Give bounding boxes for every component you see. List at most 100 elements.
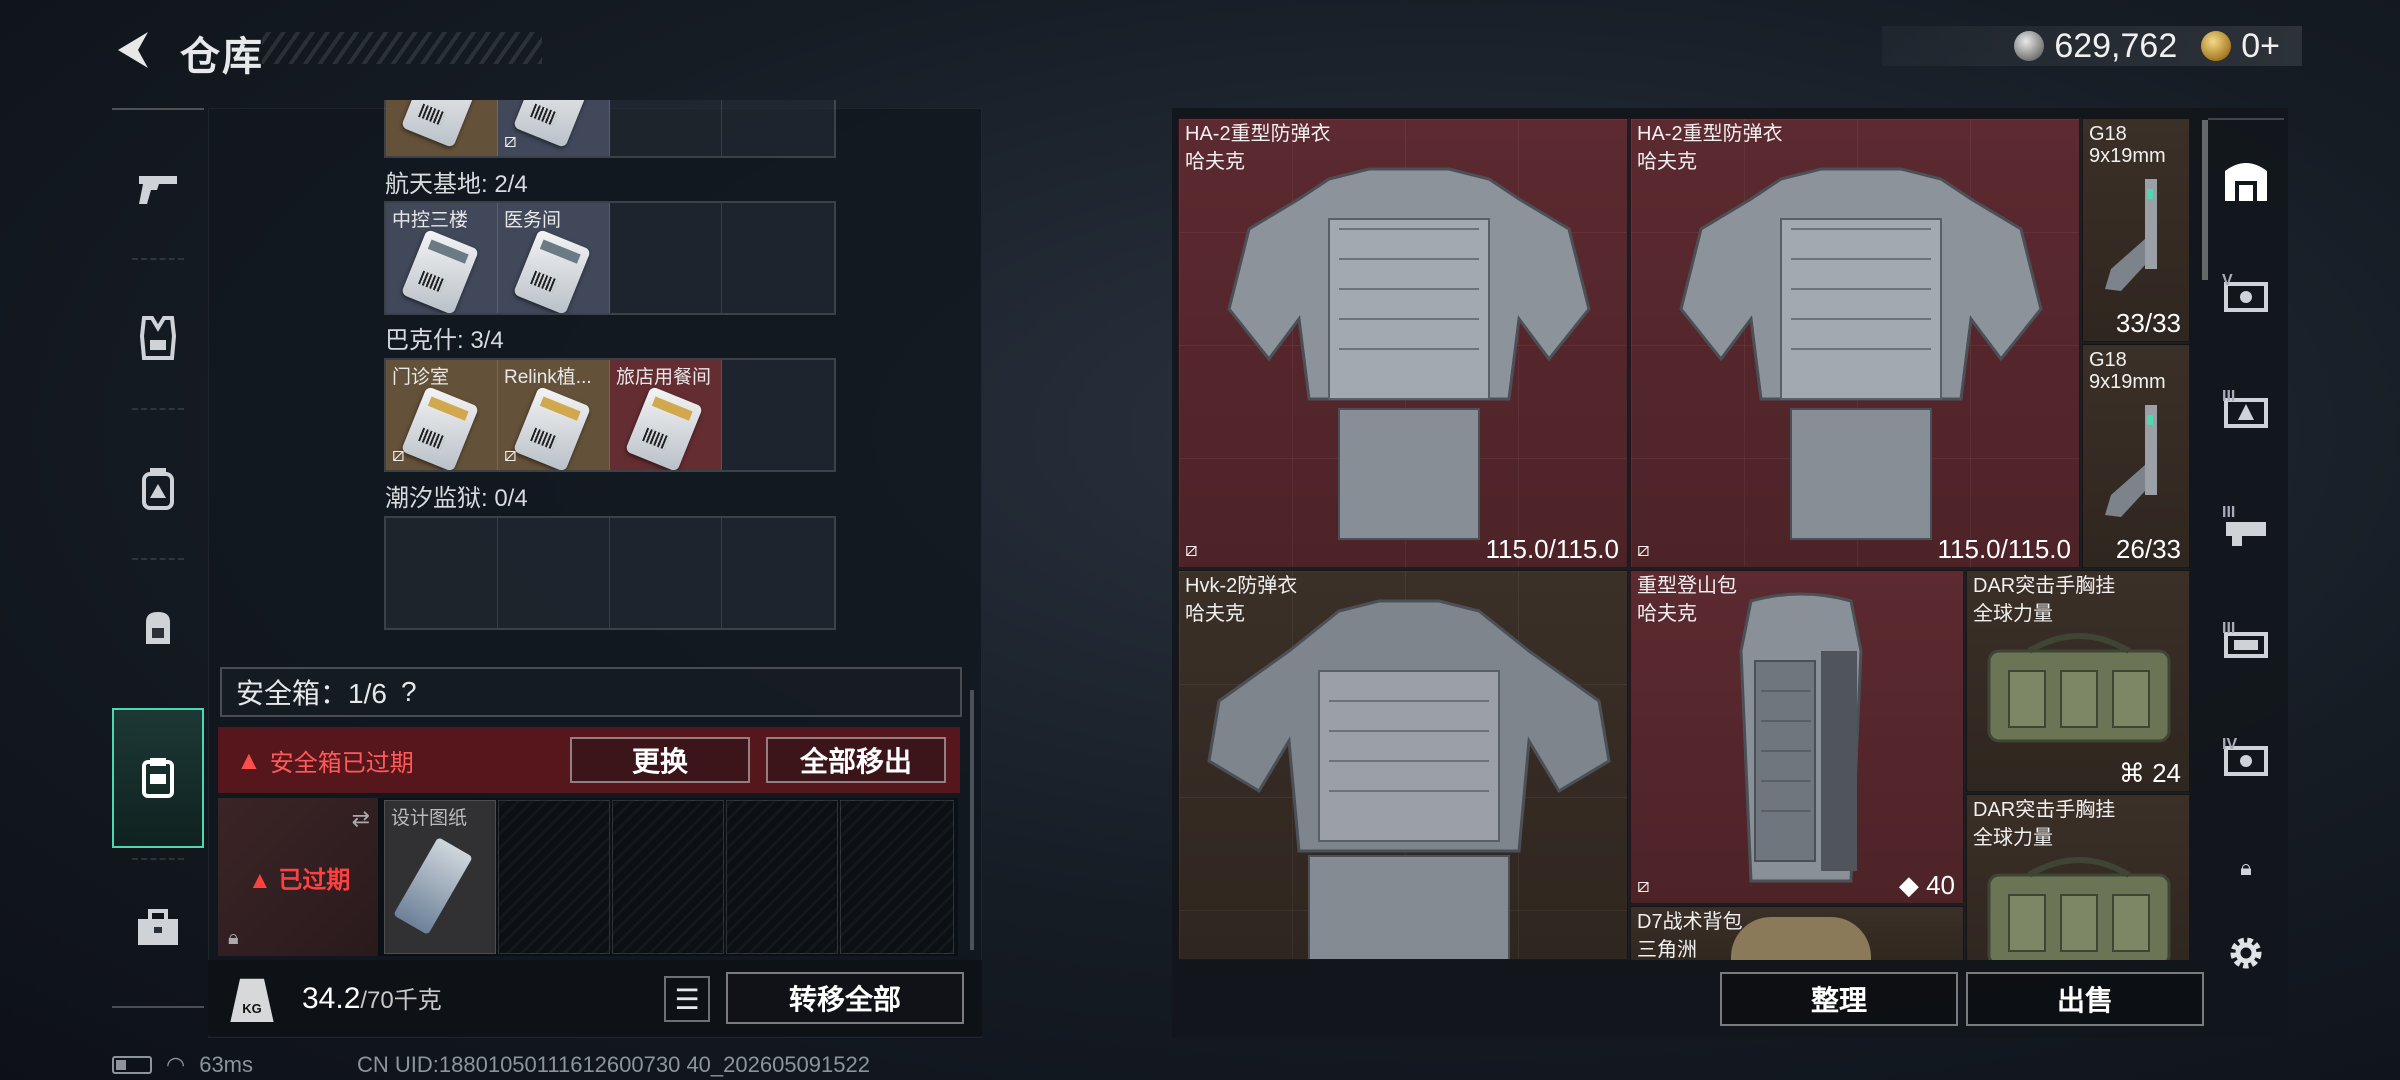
- empty-slot[interactable]: [722, 100, 834, 156]
- backpack-icon: [142, 468, 174, 510]
- list-view-button[interactable]: ☰: [664, 976, 710, 1022]
- nav-bag[interactable]: [112, 558, 204, 698]
- sort-button[interactable]: 整理: [1720, 972, 1958, 1026]
- currency-bar: 629,762 0+: [1882, 26, 2302, 66]
- keycard-slot[interactable]: 旅店用餐间: [610, 360, 722, 470]
- item-hiking-backpack[interactable]: 重型登山包 哈夫克 ⧄ ◆ 40: [1630, 570, 1964, 904]
- keycard-slot[interactable]: ⧄: [498, 100, 610, 156]
- keycard-slot[interactable]: Relink植... ⧄: [498, 360, 610, 470]
- keycard-slot[interactable]: 医务间: [498, 203, 610, 313]
- tier-label: III: [2222, 388, 2236, 405]
- empty-slot[interactable]: [726, 800, 838, 954]
- empty-slot[interactable]: [722, 518, 834, 628]
- nav-armor[interactable]: [112, 268, 204, 408]
- item-name: HA-2重型防弹衣: [1637, 123, 1783, 145]
- tab-all-storage[interactable]: [2208, 122, 2284, 238]
- keycard-icon: [142, 758, 174, 798]
- empty-slot[interactable]: [840, 800, 954, 954]
- keycard-slot[interactable]: 门诊室 ⧄: [386, 360, 498, 470]
- map-label-tidal-prison: 潮汐监狱: 0/4: [385, 485, 528, 512]
- item-g18-pistol[interactable]: G18 9x19mm 33/33: [2082, 118, 2190, 342]
- status-bar: ◠ 63ms CN UID:18801050111612600730 40_20…: [112, 1052, 870, 1078]
- durability: 115.0/115.0: [1937, 534, 2072, 564]
- item-hvk2-vest[interactable]: Hvk-2防弹衣 哈夫克: [1178, 570, 1628, 960]
- item-g18-pistol[interactable]: G18 9x19mm 26/33: [2082, 344, 2190, 568]
- back-button[interactable]: [112, 28, 156, 72]
- item-name: DAR突击手胸挂: [1973, 575, 2116, 597]
- wifi-icon: ◠: [166, 1052, 186, 1077]
- empty-slot[interactable]: [498, 800, 610, 954]
- tab-storage-v[interactable]: V: [2208, 238, 2284, 354]
- back-arrow-icon: [118, 32, 148, 68]
- item-name: D7战术背包: [1637, 911, 1743, 933]
- tab-storage-iii-c[interactable]: III: [2208, 586, 2284, 702]
- gear-icon: [2230, 937, 2262, 969]
- remove-all-button[interactable]: 全部移出: [766, 737, 946, 783]
- swap-icon[interactable]: ⇄: [352, 806, 370, 832]
- keycard-name: Relink植...: [504, 367, 592, 388]
- empty-slot[interactable]: [386, 518, 498, 628]
- lock-button[interactable]: 🔒︎: [2208, 838, 2284, 898]
- backpack-small-icon: ◆: [1898, 870, 1919, 900]
- empty-slot[interactable]: [612, 800, 724, 954]
- silver-coin-value: 629,762: [2054, 26, 2178, 65]
- page-title: 仓库: [180, 35, 264, 79]
- ammo-count: 33/33: [2115, 308, 2181, 338]
- keycard-slot[interactable]: 中控三楼: [386, 203, 498, 313]
- safebox-title: 安全箱：1/6: [236, 678, 387, 709]
- item-dar-chest-rig[interactable]: DAR突击手胸挂 全球力量 ⌘ 24: [1966, 570, 2190, 792]
- chest-rig-image: [1987, 633, 2171, 743]
- blueprint-name: 设计图纸: [391, 808, 468, 829]
- item-dar-chest-rig[interactable]: DAR突击手胸挂 全球力量: [1966, 794, 2190, 960]
- ammo-count: 26/33: [2115, 534, 2181, 564]
- nav-backpack[interactable]: [112, 418, 204, 558]
- map-label-bakhsh: 巴克什: 3/4: [385, 327, 504, 354]
- tier-label: III: [2222, 620, 2236, 637]
- empty-slot[interactable]: [722, 203, 834, 313]
- chest-rig-small-icon: ⌘: [2118, 758, 2145, 788]
- empty-slot[interactable]: [722, 360, 834, 470]
- no-trade-icon: ⧄: [504, 444, 517, 466]
- list-icon: ☰: [674, 983, 700, 1015]
- heavy-vest-image: [1227, 167, 1591, 540]
- lock-icon: 🔒︎: [2240, 855, 2252, 880]
- help-icon[interactable]: ?: [401, 676, 417, 708]
- weight-bar: KG 34.2/70千克 ☰ 转移全部: [208, 960, 982, 1036]
- gold-coin-value[interactable]: 0+: [2241, 27, 2280, 66]
- keycard-name: 中控三楼: [392, 210, 469, 231]
- nav-keycards[interactable]: [112, 708, 204, 848]
- warning-icon: ▲: [236, 744, 262, 775]
- safebox-header: 安全箱：1/6 ?: [220, 667, 962, 717]
- item-name: G18: [2089, 349, 2127, 371]
- keycard-slot[interactable]: [386, 100, 498, 156]
- storage-tabs-nav: V III III III IV 🔒︎: [2208, 118, 2284, 998]
- silver-coin-icon: [2014, 31, 2045, 61]
- empty-slot[interactable]: [610, 518, 722, 628]
- sell-button[interactable]: 出售: [1966, 972, 2204, 1026]
- item-d7-backpack[interactable]: D7战术背包 三角洲: [1630, 906, 1964, 960]
- settings-button[interactable]: [2208, 918, 2284, 988]
- stash-scrollbar[interactable]: [970, 690, 974, 950]
- safebox-case[interactable]: ⇄ ▲ 已过期 🔒︎: [218, 798, 378, 956]
- tier-label: V: [2222, 272, 2233, 289]
- nav-case[interactable]: [112, 858, 204, 998]
- gun-icon: [139, 176, 177, 204]
- tab-storage-iii-b[interactable]: III: [2208, 470, 2284, 586]
- no-trade-icon: ⧄: [1637, 539, 1650, 561]
- nav-weapons[interactable]: [112, 118, 204, 258]
- empty-slot[interactable]: [610, 203, 722, 313]
- slot-row-bakhsh: 门诊室 ⧄ Relink植... ⧄ 旅店用餐间: [384, 358, 836, 472]
- empty-slot[interactable]: [610, 100, 722, 156]
- item-name: G18: [2089, 123, 2127, 145]
- item-ha2-vest[interactable]: HA-2重型防弹衣 哈夫克 ⧄ 115.0/115.0: [1178, 118, 1628, 568]
- replace-button[interactable]: 更换: [570, 737, 750, 783]
- slot-row-aerospace: 中控三楼 医务间: [384, 201, 836, 315]
- transfer-all-button[interactable]: 转移全部: [726, 972, 964, 1024]
- item-ha2-vest[interactable]: HA-2重型防弹衣 哈夫克 ⧄ 115.0/115.0: [1630, 118, 2080, 568]
- no-trade-icon: ⧄: [504, 130, 517, 152]
- blueprint-slot[interactable]: 设计图纸: [384, 800, 496, 954]
- heavy-vest-image: [1679, 167, 2043, 540]
- tab-storage-iv[interactable]: IV: [2208, 702, 2284, 818]
- tab-storage-iii-a[interactable]: III: [2208, 354, 2284, 470]
- empty-slot[interactable]: [498, 518, 610, 628]
